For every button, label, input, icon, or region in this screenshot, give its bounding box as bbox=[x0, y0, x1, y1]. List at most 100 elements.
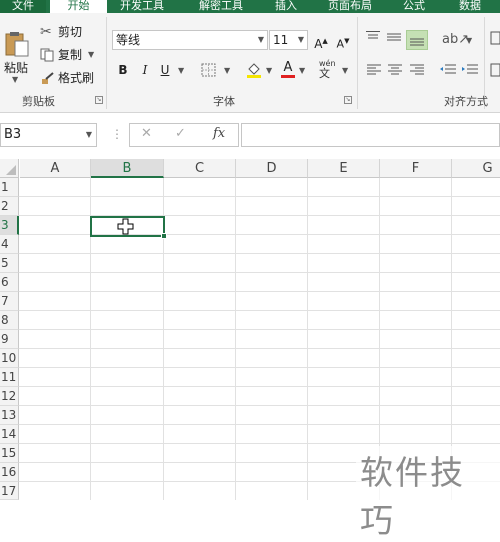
chevron-down-icon[interactable]: ▼ bbox=[178, 66, 184, 75]
gridline bbox=[19, 291, 500, 292]
paintbrush-icon bbox=[42, 71, 54, 84]
format-painter-button[interactable]: 格式刷 bbox=[40, 69, 94, 86]
row-header-6[interactable]: 6 bbox=[0, 273, 19, 292]
font-size-select[interactable]: 11 ▼ bbox=[269, 30, 308, 50]
italic-button[interactable]: I bbox=[136, 61, 154, 79]
paste-label: 粘贴 bbox=[4, 61, 29, 75]
column-header-e[interactable]: E bbox=[308, 159, 380, 178]
row-header-5[interactable]: 5 bbox=[0, 254, 19, 273]
formula-buttons: ✕ ✓ fx bbox=[129, 123, 239, 147]
decrease-font-size-icon[interactable]: A▼ bbox=[334, 32, 352, 51]
row-header-16[interactable]: 16 bbox=[0, 463, 19, 482]
formula-input[interactable] bbox=[241, 123, 500, 147]
row-header-17[interactable]: 17 bbox=[0, 482, 19, 500]
chevron-down-icon[interactable]: ▼ bbox=[466, 36, 472, 45]
column-header-d[interactable]: D bbox=[236, 159, 308, 178]
fill-handle[interactable] bbox=[161, 233, 167, 239]
chevron-down-icon: ▼ bbox=[12, 75, 19, 84]
column-header-f[interactable]: F bbox=[380, 159, 452, 178]
column-header-c[interactable]: C bbox=[164, 159, 236, 178]
tab-file[interactable]: 文件 bbox=[0, 0, 46, 13]
more-dots-icon[interactable]: ⋮ bbox=[111, 127, 123, 141]
scissors-icon: ✂ bbox=[40, 23, 52, 40]
row-header-2[interactable]: 2 bbox=[0, 197, 19, 216]
group-separator bbox=[106, 17, 107, 109]
gridline bbox=[235, 178, 236, 500]
underline-button[interactable]: U bbox=[156, 61, 174, 79]
phonetic-guide-button[interactable]: wén 文 bbox=[319, 60, 336, 80]
row-header-9[interactable]: 9 bbox=[0, 330, 19, 349]
gridline bbox=[19, 405, 500, 406]
font-color-icon[interactable]: A bbox=[280, 60, 296, 78]
align-left-icon[interactable] bbox=[366, 63, 382, 77]
row-header-10[interactable]: 10 bbox=[0, 349, 19, 368]
tab-page-layout[interactable]: 页面布局 bbox=[318, 0, 382, 13]
decrease-indent-icon[interactable] bbox=[439, 63, 457, 77]
gridline bbox=[19, 443, 500, 444]
align-top-icon[interactable] bbox=[365, 30, 381, 44]
merge-cells-icon[interactable] bbox=[490, 63, 500, 77]
cancel-icon[interactable]: ✕ bbox=[141, 126, 152, 141]
gridline bbox=[19, 386, 500, 387]
cut-button[interactable]: ✂ 剪切 bbox=[40, 23, 82, 40]
tab-home[interactable]: 开始 bbox=[50, 0, 107, 13]
row-header-13[interactable]: 13 bbox=[0, 406, 19, 425]
chevron-down-icon[interactable]: ▼ bbox=[86, 124, 92, 146]
chevron-down-icon[interactable]: ▼ bbox=[224, 66, 230, 75]
tab-insert[interactable]: 插入 bbox=[266, 0, 306, 13]
increase-indent-icon[interactable] bbox=[461, 63, 479, 77]
select-all-corner[interactable] bbox=[0, 159, 19, 178]
name-box-value: B3 bbox=[4, 127, 22, 142]
column-header-g[interactable]: G bbox=[452, 159, 500, 178]
copy-button[interactable]: 复制 ▼ bbox=[40, 46, 94, 63]
row-header-15[interactable]: 15 bbox=[0, 444, 19, 463]
align-bottom-icon bbox=[410, 38, 424, 46]
align-right-icon[interactable] bbox=[409, 63, 425, 77]
tab-decrypt[interactable]: 解密工具 bbox=[190, 0, 252, 13]
align-bottom-button[interactable] bbox=[406, 30, 428, 50]
row-header-12[interactable]: 12 bbox=[0, 387, 19, 406]
row-header-1[interactable]: 1 bbox=[0, 178, 19, 197]
bold-button[interactable]: B bbox=[114, 61, 132, 79]
chevron-down-icon: ▼ bbox=[297, 35, 304, 44]
wrap-text-icon[interactable] bbox=[490, 31, 500, 45]
row-header-7[interactable]: 7 bbox=[0, 292, 19, 311]
row-header-14[interactable]: 14 bbox=[0, 425, 19, 444]
insert-function-icon[interactable]: fx bbox=[213, 126, 225, 141]
gridline bbox=[19, 310, 500, 311]
chevron-down-icon[interactable]: ▼ bbox=[266, 66, 272, 75]
copy-icon bbox=[40, 48, 54, 61]
chevron-down-icon[interactable]: ▼ bbox=[299, 66, 305, 75]
cut-label: 剪切 bbox=[58, 25, 83, 39]
paste-icon bbox=[5, 32, 29, 57]
font-name-select[interactable]: 等线 ▼ bbox=[112, 30, 268, 50]
row-header-4[interactable]: 4 bbox=[0, 235, 19, 254]
group-separator bbox=[357, 17, 358, 109]
gridline bbox=[307, 178, 308, 500]
gridline bbox=[19, 272, 500, 273]
clipboard-launcher-icon[interactable]: ↘ bbox=[95, 96, 103, 104]
increase-font-size-icon[interactable]: A▲ bbox=[312, 32, 330, 51]
align-center-icon[interactable] bbox=[387, 63, 403, 77]
align-middle-icon[interactable] bbox=[386, 30, 402, 44]
fill-color-icon[interactable] bbox=[245, 61, 263, 79]
select-all-icon bbox=[6, 165, 16, 175]
tab-developer[interactable]: 开发工具 bbox=[112, 0, 172, 13]
row-header-3[interactable]: 3 bbox=[0, 216, 19, 235]
font-group-label: 字体 bbox=[213, 95, 235, 108]
column-header-a[interactable]: A bbox=[20, 159, 91, 178]
formula-bar: B3 ▼ ⋮ ✕ ✓ fx bbox=[0, 113, 500, 159]
tab-data[interactable]: 数据 bbox=[448, 0, 492, 13]
name-box[interactable]: B3 ▼ bbox=[0, 123, 97, 147]
chevron-down-icon[interactable]: ▼ bbox=[342, 66, 348, 75]
row-header-11[interactable]: 11 bbox=[0, 368, 19, 387]
tab-formulas[interactable]: 公式 bbox=[396, 0, 432, 13]
font-name-value: 等线 bbox=[116, 33, 141, 47]
enter-icon[interactable]: ✓ bbox=[175, 126, 186, 141]
chevron-down-icon: ▼ bbox=[257, 35, 264, 44]
font-launcher-icon[interactable]: ↘ bbox=[344, 96, 352, 104]
row-header-8[interactable]: 8 bbox=[0, 311, 19, 330]
border-icon[interactable] bbox=[201, 63, 217, 77]
clipboard-group-label: 剪贴板 bbox=[22, 95, 55, 108]
column-header-b[interactable]: B bbox=[91, 159, 164, 178]
